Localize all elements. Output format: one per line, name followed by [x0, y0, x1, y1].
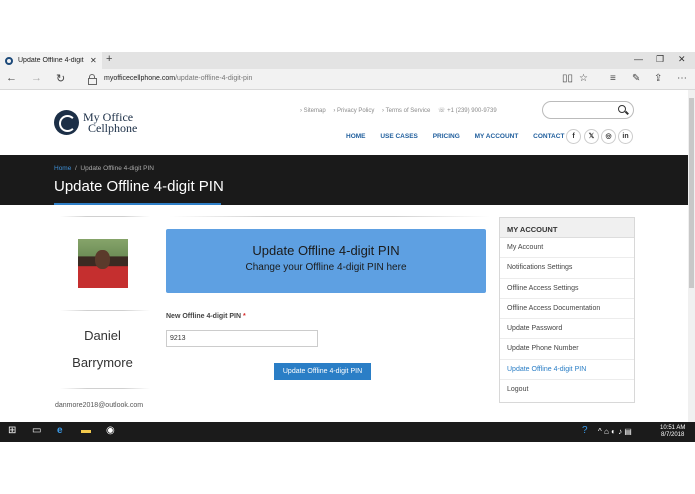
file-explorer-icon[interactable]: ▬ [81, 425, 91, 436]
sidebar-item-offline-access-documentation[interactable]: Offline Access Documentation [500, 299, 634, 320]
lock-icon [88, 74, 97, 85]
content-divider [170, 216, 490, 217]
avatar [78, 239, 128, 288]
browser-tab[interactable]: Update Offline 4-digit P ✕ [0, 52, 102, 69]
bottom-margin [0, 442, 695, 494]
task-view-icon[interactable]: ▭ [32, 425, 41, 436]
account-sidebar: MY ACCOUNT My Account Notifications Sett… [499, 217, 635, 403]
privacy-policy-link[interactable]: › Privacy Policy [333, 108, 374, 114]
avatar-face [95, 250, 110, 269]
page-title: Update Offline 4-digit PIN [54, 178, 224, 195]
browser-tab-bar: Update Offline 4-digit P ✕ + — ❐ ✕ [0, 52, 695, 69]
logo-line-2: Cellphone [88, 120, 138, 135]
nav-use-cases[interactable]: USE CASES [380, 133, 418, 140]
site-favicon-icon [5, 56, 13, 65]
info-box-subtitle: Change your Offline 4-digit PIN here [245, 262, 407, 273]
profile-divider-bottom [60, 388, 150, 389]
restore-icon[interactable]: ❐ [656, 54, 664, 65]
clock-time: 10:51 AM [660, 425, 686, 431]
search-icon[interactable] [618, 105, 626, 113]
site-search-input[interactable] [542, 101, 634, 119]
edge-browser-icon[interactable]: e [57, 425, 63, 436]
clock-date: 8/7/2018 [661, 432, 685, 438]
system-tray-icons[interactable]: ^ ⌂ ◐ ♪ ▤ [598, 427, 632, 436]
favorites-star-icon[interactable]: ☆ [579, 73, 588, 84]
address-bar-row: ← → ↻ myofficecellphone.com/update-offli… [0, 69, 695, 90]
pin-label: New Offline 4-digit PIN * [166, 313, 246, 320]
profile-last-name: Barrymore [72, 355, 133, 370]
breadcrumb-separator: / [74, 165, 77, 172]
phone-link[interactable]: ☏ +1 (239) 900-9739 [438, 108, 497, 114]
pin-label-text: New Offline 4-digit PIN [166, 313, 242, 320]
url-domain: myofficecellphone.com [104, 75, 176, 82]
sidebar-item-notifications-settings[interactable]: Notifications Settings [500, 258, 634, 279]
notes-icon[interactable]: ✎ [632, 73, 640, 84]
breadcrumb-current: Update Offline 4-digit PIN [80, 165, 154, 172]
breadcrumb-home[interactable]: Home [54, 165, 71, 172]
windows-start-icon[interactable]: ⊞ [8, 425, 16, 436]
sidebar-item-update-password[interactable]: Update Password [500, 319, 634, 340]
tab-title: Update Offline 4-digit P [18, 57, 86, 64]
profile-email: danmore2018@outlook.com [55, 402, 144, 409]
share-icon[interactable]: ⇪ [654, 73, 662, 84]
info-box-title: Update Offline 4-digit PIN [252, 243, 400, 258]
sidebar-item-logout[interactable]: Logout [500, 380, 634, 400]
site-logo[interactable]: My Office Cellphone [54, 110, 137, 135]
main-nav: HOME USE CASES PRICING MY ACCOUNT CONTAC… [346, 133, 588, 140]
terms-link[interactable]: › Terms of Service [382, 108, 430, 114]
close-window-icon[interactable]: ✕ [678, 54, 686, 65]
breadcrumb: Home / Update Offline 4-digit PIN [54, 165, 154, 172]
minimize-icon[interactable]: — [634, 54, 643, 64]
required-mark: * [243, 313, 246, 320]
forward-arrow-icon[interactable]: → [31, 72, 42, 84]
sitemap-link[interactable]: › Sitemap [300, 108, 326, 114]
update-pin-button[interactable]: Update Offline 4-digit PIN [274, 363, 371, 380]
help-icon[interactable]: ? [582, 425, 588, 436]
top-margin [0, 0, 695, 52]
info-box: Update Offline 4-digit PIN Change your O… [166, 229, 486, 293]
pin-input[interactable] [166, 330, 318, 347]
refresh-icon[interactable]: ↻ [56, 72, 65, 85]
nav-pricing[interactable]: PRICING [433, 133, 460, 140]
windows-taskbar: ⊞ ▭ e ▬ ◉ ? ^ ⌂ ◐ ♪ ▤ 10:51 AM 8/7/2018 [0, 422, 695, 442]
profile-divider-top [60, 216, 150, 217]
clock[interactable]: 10:51 AM 8/7/2018 [660, 425, 685, 439]
sidebar-item-update-phone-number[interactable]: Update Phone Number [500, 339, 634, 360]
sidebar-item-update-offline-pin[interactable]: Update Offline 4-digit PIN [500, 360, 634, 381]
nav-home[interactable]: HOME [346, 133, 366, 140]
app-icon[interactable]: ◉ [106, 425, 115, 436]
reading-view-icon[interactable]: ▯▯ [562, 73, 573, 84]
new-tab-icon[interactable]: + [106, 53, 112, 65]
url-field[interactable]: myofficecellphone.com/update-offline-4-d… [104, 75, 252, 82]
back-arrow-icon[interactable]: ← [6, 72, 17, 84]
linkedin-icon[interactable]: in [618, 129, 633, 144]
sidebar-item-my-account[interactable]: My Account [500, 238, 634, 259]
url-path: /update-offline-4-digit-pin [175, 75, 253, 82]
scrollbar-thumb[interactable] [689, 98, 694, 288]
facebook-icon[interactable]: f [566, 129, 581, 144]
nav-my-account[interactable]: MY ACCOUNT [475, 133, 519, 140]
profile-first-name: Daniel [84, 328, 121, 343]
profile-divider-mid [60, 310, 150, 311]
sidebar-heading: MY ACCOUNT [500, 218, 634, 238]
more-icon[interactable]: ⋯ [677, 73, 687, 84]
close-tab-icon[interactable]: ✕ [90, 56, 97, 65]
logo-mark-icon [54, 110, 79, 135]
instagram-icon[interactable]: ◎ [601, 129, 616, 144]
twitter-icon[interactable]: 𝕏 [584, 129, 599, 144]
hub-icon[interactable]: ≡ [610, 73, 616, 84]
top-links: › Sitemap › Privacy Policy › Terms of Se… [300, 107, 503, 114]
page-scrollbar[interactable] [688, 90, 695, 422]
title-underline [54, 203, 221, 205]
sidebar-item-offline-access-settings[interactable]: Offline Access Settings [500, 279, 634, 299]
logo-text: My Office Cellphone [83, 111, 138, 135]
